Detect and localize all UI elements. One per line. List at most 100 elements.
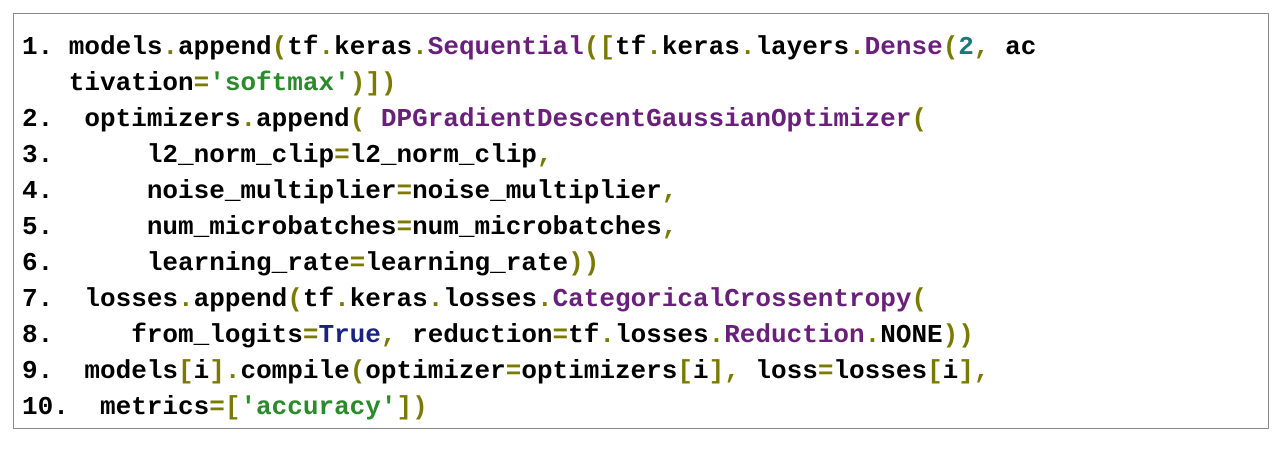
code-token: 2. optimizers: [22, 104, 241, 134]
code-token: .: [178, 284, 194, 314]
code-token: NONE: [880, 320, 943, 350]
code-token: =: [552, 320, 569, 350]
code-token: i: [193, 356, 210, 386]
code-token: compile: [240, 356, 350, 386]
code-line: 10. metrics=['accuracy']): [22, 389, 1036, 425]
code-token: .: [739, 32, 756, 62]
code-token: =: [817, 356, 834, 386]
code-token: .: [318, 32, 335, 62]
code-token: .: [334, 284, 350, 314]
code-token: i: [942, 356, 959, 386]
code-token: =: [193, 68, 210, 98]
code-token: .: [864, 320, 881, 350]
code-token: learning_rate: [365, 248, 569, 278]
code-token: optimizers: [521, 356, 678, 386]
code-token: )): [568, 248, 600, 278]
code-token: =[: [209, 392, 241, 422]
code-token: 9. models: [22, 356, 179, 386]
code-listing-box: 1. models.append(tf.keras.Sequential([tf…: [13, 13, 1269, 429]
code-token: append: [256, 104, 350, 134]
code-token: )): [942, 320, 974, 350]
code-token: 3. l2_norm_clip: [22, 140, 335, 170]
code-token: [: [927, 356, 943, 386]
code-token: ]): [396, 392, 428, 422]
code-token: .: [412, 32, 428, 62]
code-token: =: [505, 356, 522, 386]
code-token: =: [396, 176, 413, 206]
code-token: (: [942, 32, 959, 62]
code-token: (: [271, 32, 288, 62]
code-token: .: [240, 104, 257, 134]
code-token: tf: [287, 32, 319, 62]
code-token: [: [677, 356, 693, 386]
code-token: Dense: [864, 32, 943, 62]
code-token: (: [287, 284, 303, 314]
code-token: losses: [614, 320, 709, 350]
code-token: 1. models: [22, 32, 163, 62]
code-token: =: [302, 320, 319, 350]
code-token: (: [349, 104, 366, 134]
code-token: DPGradientDescentGaussianOptimizer: [380, 104, 912, 134]
code-line: 3. l2_norm_clip=l2_norm_clip,: [22, 137, 1036, 173]
code-listing: 1. models.append(tf.keras.Sequential([tf…: [22, 29, 1036, 425]
code-token: ].: [209, 356, 241, 386]
code-line: 1. models.append(tf.keras.Sequential([tf…: [22, 29, 1036, 65]
code-token: l2_norm_clip: [349, 140, 537, 170]
code-token: append: [193, 284, 288, 314]
code-token: (: [911, 104, 927, 134]
code-token: ([: [583, 32, 615, 62]
code-line: tivation='softmax')]): [22, 65, 1036, 101]
code-token: keras: [334, 32, 413, 62]
code-token: .: [599, 320, 615, 350]
code-token: loss: [739, 356, 818, 386]
code-token: keras: [661, 32, 740, 62]
code-token: ,: [973, 32, 990, 62]
code-token: noise_multiplier: [412, 176, 662, 206]
code-token: )]): [349, 68, 397, 98]
code-token: ],: [958, 356, 990, 386]
code-token: Reduction: [724, 320, 865, 350]
code-token: 'accuracy': [240, 392, 397, 422]
code-token: num_microbatches: [412, 212, 662, 242]
code-token: .: [849, 32, 865, 62]
code-token: i: [692, 356, 709, 386]
code-token: keras: [349, 284, 428, 314]
code-token: append: [178, 32, 272, 62]
code-token: =: [349, 248, 366, 278]
code-token: ,: [661, 212, 678, 242]
code-token: reduction: [396, 320, 553, 350]
code-line: 8. from_logits=True, reduction=tf.losses…: [22, 317, 1036, 353]
code-token: 'softmax': [209, 68, 350, 98]
code-token: CategoricalCrossentropy: [552, 284, 912, 314]
code-line: 9. models[i].compile(optimizer=optimizer…: [22, 353, 1036, 389]
code-token: .: [427, 284, 444, 314]
code-line: 5. num_microbatches=num_microbatches,: [22, 209, 1036, 245]
code-token: ,: [536, 140, 553, 170]
code-token: (: [911, 284, 928, 314]
code-line: 4. noise_multiplier=noise_multiplier,: [22, 173, 1036, 209]
code-token: True: [318, 320, 381, 350]
code-token: 4. noise_multiplier: [22, 176, 397, 206]
code-token: tivation: [22, 68, 194, 98]
code-token: 5. num_microbatches: [22, 212, 397, 242]
code-token: ],: [708, 356, 740, 386]
code-token: .: [708, 320, 725, 350]
code-token: ,: [661, 176, 678, 206]
code-token: tf: [302, 284, 335, 314]
code-token: Sequential: [427, 32, 584, 62]
code-token: 7. losses: [22, 284, 179, 314]
code-token: .: [162, 32, 179, 62]
code-line: 2. optimizers.append( DPGradientDescentG…: [22, 101, 1036, 137]
code-line: 6. learning_rate=learning_rate)): [22, 245, 1036, 281]
code-line: 7. losses.append(tf.keras.losses.Categor…: [22, 281, 1036, 317]
code-token: ,: [380, 320, 397, 350]
code-token: [: [178, 356, 194, 386]
code-token: tf: [614, 32, 647, 62]
code-token: ac: [989, 32, 1037, 62]
code-token: 6. learning_rate: [22, 248, 350, 278]
code-token: .: [646, 32, 662, 62]
code-token: optimizer: [365, 356, 506, 386]
code-token: .: [536, 284, 553, 314]
code-token: 10. metrics: [22, 392, 210, 422]
